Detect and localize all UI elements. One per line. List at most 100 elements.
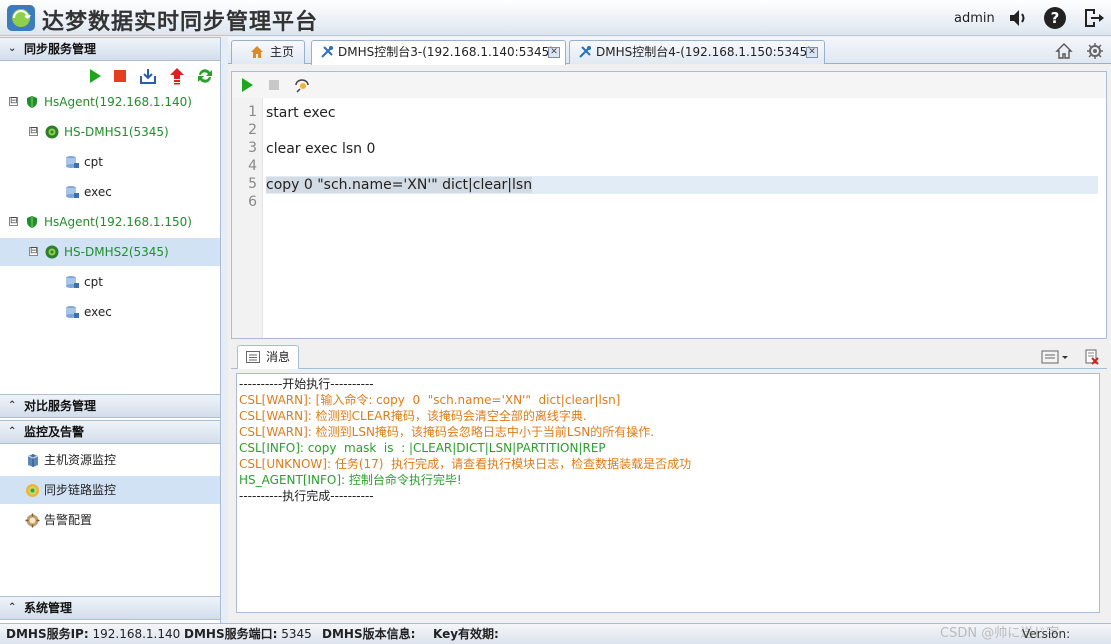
tree-node-module-exec-2[interactable]: exec xyxy=(0,298,220,326)
message-list-icon xyxy=(246,351,260,363)
line-number: 5 xyxy=(248,176,257,192)
close-tab-icon[interactable]: ✕ xyxy=(548,47,560,58)
app-header: 达梦数据实时同步管理平台 admin ? xyxy=(0,0,1111,36)
database-icon xyxy=(66,306,79,318)
line-number: 4 xyxy=(248,158,257,174)
tree-node-module-exec-1[interactable]: exec xyxy=(0,178,220,206)
monitor-item-sync-link[interactable]: 同步链路监控 xyxy=(0,476,220,504)
line-number: 2 xyxy=(248,122,257,138)
database-icon xyxy=(66,186,79,198)
tools-icon xyxy=(579,46,591,58)
monitor-panel-header[interactable]: ⌃ 监控及告警 xyxy=(0,420,220,444)
menu-dropdown-icon[interactable] xyxy=(1041,349,1069,365)
home-icon xyxy=(251,46,263,58)
settings-gear-icon[interactable] xyxy=(1086,42,1104,60)
app-title: 达梦数据实时同步管理平台 xyxy=(42,10,319,35)
chevron-down-icon: ⌄ xyxy=(8,43,17,54)
chevron-up-icon: ⌃ xyxy=(8,602,17,613)
editor-toolbar xyxy=(232,72,1106,98)
log-line: ----------开始执行---------- xyxy=(239,377,374,391)
service-gear-icon xyxy=(45,245,59,259)
shield-icon xyxy=(27,216,37,228)
svg-text:?: ? xyxy=(1051,9,1060,27)
code-line[interactable] xyxy=(266,194,1098,212)
collapse-toggle[interactable]: ⊟ xyxy=(9,217,18,226)
tree-node-service-dmhs2[interactable]: ⊟ HS-DMHS2(5345) xyxy=(0,238,220,266)
tab-home[interactable]: 主页 xyxy=(231,40,305,64)
upload-icon[interactable] xyxy=(168,67,186,85)
link-globe-icon xyxy=(26,484,39,497)
status-bar: DMHS服务IP: 192.168.1.140 DMHS服务端口: 5345 D… xyxy=(0,623,1111,644)
command-editor: 1 2 3 4 5 6 start exec clear exec lsn 0 … xyxy=(231,71,1107,339)
stop-icon[interactable] xyxy=(266,77,282,93)
tree-node-label: HS-DMHS2(5345) xyxy=(64,245,169,259)
code-line-current[interactable]: copy 0 "sch.name='XN'" dict|clear|lsn xyxy=(266,176,1098,194)
help-icon[interactable]: ? xyxy=(1043,6,1067,30)
log-line: CSL[WARN]: 检测到LSN掩码，该掩码会忽略日志中小于当前LSN的所有操… xyxy=(239,425,655,439)
log-line: CSL[UNKNOW]: 任务(17) 执行完成，请查看执行模块日志，检查数据装… xyxy=(239,457,692,471)
message-log: ----------开始执行---------- CSL[WARN]: [输入命… xyxy=(236,373,1100,613)
line-numbers: 1 2 3 4 5 6 xyxy=(232,98,263,338)
system-panel-header[interactable]: ⌃ 系统管理 xyxy=(0,596,220,620)
tree-node-label: cpt xyxy=(84,275,103,289)
logout-icon[interactable] xyxy=(1081,6,1105,30)
tree-node-module-cpt-2[interactable]: cpt xyxy=(0,268,220,296)
database-icon xyxy=(66,276,79,288)
close-tab-icon[interactable]: ✕ xyxy=(806,47,818,58)
selected-text: copy 0 "sch.name='XN'" dict|clear|lsn xyxy=(266,177,533,193)
tab-messages[interactable]: 消息 xyxy=(237,345,299,369)
log-line: CSL[WARN]: [输入命令: copy 0 "sch.name='XN'"… xyxy=(239,393,621,407)
log-line: ----------执行完成---------- xyxy=(239,489,374,503)
tab-console-4[interactable]: DMHS控制台4-(192.168.1.150:5345) ✕ xyxy=(569,40,825,64)
tree-node-service-dmhs1[interactable]: ⊟ HS-DMHS1(5345) xyxy=(0,118,220,146)
log-line: CSL[WARN]: 检测到CLEAR掩码，该掩码会清空全部的离线字典. xyxy=(239,409,587,423)
tree-node-agent-140[interactable]: ⊟ HsAgent(192.168.1.140) xyxy=(0,88,220,116)
status-version-info: DMHS版本信息: xyxy=(322,627,416,641)
import-icon[interactable] xyxy=(139,67,157,85)
tree-node-label: cpt xyxy=(84,155,103,169)
message-tab-bar: 消息 xyxy=(231,345,1107,369)
left-pane: ⌄ 同步服务管理 ⊟ HsAgent(192.168.1.140) ⊟ HS-D… xyxy=(0,37,221,623)
start-icon[interactable] xyxy=(86,67,104,85)
chevron-up-icon: ⌃ xyxy=(8,400,17,411)
tree-node-label: HsAgent(192.168.1.140) xyxy=(44,95,192,109)
tree-node-label: HS-DMHS1(5345) xyxy=(64,125,169,139)
refresh-icon[interactable] xyxy=(196,67,214,85)
log-line: CSL[INFO]: copy mask is : |CLEAR|DICT|LS… xyxy=(239,441,606,455)
collapse-toggle[interactable]: ⊟ xyxy=(9,97,18,106)
log-line: HS_AGENT[INFO]: 控制台命令执行完毕! xyxy=(239,473,462,487)
sync-toolbar xyxy=(0,63,220,89)
stop-icon[interactable] xyxy=(111,67,129,85)
service-gear-icon xyxy=(45,125,59,139)
tree-node-label: exec xyxy=(84,185,112,199)
shield-icon xyxy=(27,96,37,108)
server-icon xyxy=(27,454,39,467)
compare-service-panel-header[interactable]: ⌃ 对比服务管理 xyxy=(0,394,220,418)
monitor-item-alert-config[interactable]: 告警配置 xyxy=(0,506,220,534)
collapse-toggle[interactable]: ⊟ xyxy=(29,127,38,136)
pane-splitter[interactable] xyxy=(221,37,228,623)
collapse-toggle[interactable]: ⊟ xyxy=(29,247,38,256)
code-line[interactable] xyxy=(266,158,1098,176)
database-icon xyxy=(66,156,79,168)
tree-node-agent-150[interactable]: ⊟ HsAgent(192.168.1.150) xyxy=(0,208,220,236)
home-icon[interactable] xyxy=(1055,42,1073,60)
clear-log-icon[interactable] xyxy=(1084,349,1100,365)
chevron-up-icon: ⌃ xyxy=(8,426,17,437)
monitor-item-host-resource[interactable]: 主机资源监控 xyxy=(0,446,220,474)
run-icon[interactable] xyxy=(239,77,255,93)
tree-node-label: exec xyxy=(84,305,112,319)
code-line[interactable]: clear exec lsn 0 xyxy=(266,140,1098,158)
tree-node-module-cpt-1[interactable]: cpt xyxy=(0,148,220,176)
tab-console-3[interactable]: DMHS控制台3-(192.168.1.140:5345) ✕ xyxy=(311,40,566,65)
status-key-expiry: Key有效期: xyxy=(433,627,499,641)
version-text: Version: 4.1.66 xyxy=(1022,627,1071,641)
tab-bar: 主页 DMHS控制台3-(192.168.1.140:5345) ✕ DMHS控… xyxy=(228,37,1111,65)
speaker-icon[interactable] xyxy=(1006,6,1030,30)
status-port: DMHS服务端口: 5345 xyxy=(184,627,312,641)
debug-icon[interactable] xyxy=(294,77,310,93)
code-line[interactable]: start exec xyxy=(266,104,1098,122)
code-line[interactable] xyxy=(266,122,1098,140)
status-ip: DMHS服务IP: 192.168.1.140 xyxy=(6,627,181,641)
sync-service-panel-header[interactable]: ⌄ 同步服务管理 xyxy=(0,37,220,61)
